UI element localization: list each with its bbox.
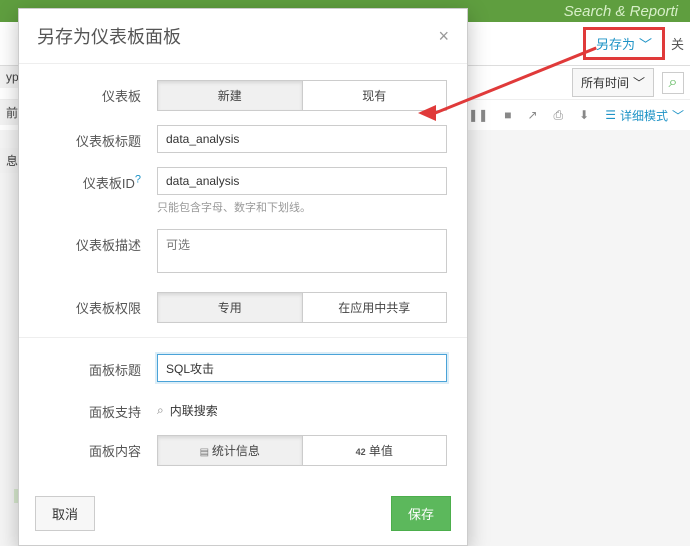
dashboard-title-input[interactable] bbox=[157, 125, 447, 153]
dashboard-desc-textarea[interactable] bbox=[157, 229, 447, 273]
label-dash-perm: 仪表板权限 bbox=[39, 292, 157, 317]
share-icon[interactable]: ↗ bbox=[527, 108, 537, 122]
single-value-badge: 42 bbox=[356, 447, 366, 457]
label-panel-support: 面板支持 bbox=[39, 396, 157, 421]
label-dash-desc: 仪表板描述 bbox=[39, 229, 157, 254]
pause-icon[interactable]: ❚❚ bbox=[468, 108, 488, 122]
close-label: 关 bbox=[671, 34, 684, 53]
stop-icon[interactable]: ■ bbox=[504, 108, 511, 122]
label-dash-id: 仪表板ID? bbox=[39, 167, 157, 192]
detail-mode-label: 详细模式 bbox=[620, 107, 668, 124]
close-icon: × bbox=[438, 26, 449, 46]
table-icon: ▤ bbox=[200, 447, 212, 458]
help-icon[interactable]: ? bbox=[135, 174, 141, 186]
panel-support-value: ⌕ 内联搜索 bbox=[157, 396, 447, 419]
save-button[interactable]: 保存 bbox=[391, 496, 451, 531]
search-icon: ⌕ bbox=[157, 403, 164, 418]
time-range-label: 所有时间 bbox=[581, 74, 629, 91]
panel-support-text: 内联搜索 bbox=[170, 402, 218, 419]
segment-permission: 专用 在应用中共享 bbox=[157, 292, 447, 323]
cancel-button[interactable]: 取消 bbox=[35, 496, 95, 531]
list-icon: ☰ bbox=[605, 108, 616, 122]
search-icon: ⌕ bbox=[669, 74, 678, 92]
detail-mode-link[interactable]: ☰ 详细模式 ﹀ bbox=[605, 107, 684, 124]
modal-close-button[interactable]: × bbox=[438, 26, 449, 47]
time-range-button[interactable]: 所有时间 ﹀ bbox=[572, 68, 654, 97]
modal-body: 仪表板 新建 现有 仪表板标题 仪表板ID? 只能包含字母、数字和下划线。 仪表… bbox=[19, 64, 467, 486]
divider bbox=[19, 337, 467, 338]
label-dashboard: 仪表板 bbox=[39, 80, 157, 105]
seg-dashboard-existing[interactable]: 现有 bbox=[303, 80, 448, 111]
seg-content-single[interactable]: 42 单值 bbox=[303, 435, 448, 466]
segment-panel-content: ▤ 统计信息 42 单值 bbox=[157, 435, 447, 466]
chevron-down-icon: ﹀ bbox=[639, 34, 652, 53]
chevron-down-icon: ﹀ bbox=[672, 107, 684, 124]
seg-perm-private[interactable]: 专用 bbox=[157, 292, 303, 323]
dashboard-id-hint: 只能包含字母、数字和下划线。 bbox=[157, 199, 447, 215]
print-icon[interactable]: ⎙ bbox=[554, 108, 564, 123]
search-button[interactable]: ⌕ bbox=[662, 72, 684, 94]
panel-title-input[interactable] bbox=[157, 354, 447, 382]
modal-header: 另存为仪表板面板 × bbox=[19, 9, 467, 64]
segment-dashboard: 新建 现有 bbox=[157, 80, 447, 111]
modal-title: 另存为仪表板面板 bbox=[37, 23, 181, 49]
save-as-button[interactable]: 另存为 ﹀ bbox=[583, 27, 665, 60]
dashboard-id-input[interactable] bbox=[157, 167, 447, 195]
save-as-label: 另存为 bbox=[596, 34, 635, 53]
save-as-dashboard-panel-modal: 另存为仪表板面板 × 仪表板 新建 现有 仪表板标题 仪表板ID? 只能包含字母… bbox=[18, 8, 468, 546]
label-panel-title: 面板标题 bbox=[39, 354, 157, 379]
label-panel-content: 面板内容 bbox=[39, 435, 157, 460]
chevron-down-icon: ﹀ bbox=[633, 74, 645, 91]
seg-content-stats[interactable]: ▤ 统计信息 bbox=[157, 435, 303, 466]
seg-perm-shared[interactable]: 在应用中共享 bbox=[303, 292, 448, 323]
seg-dashboard-new[interactable]: 新建 bbox=[157, 80, 303, 111]
modal-footer: 取消 保存 bbox=[19, 486, 467, 545]
brand-text: Search & Reporti bbox=[564, 3, 678, 20]
label-dash-title: 仪表板标题 bbox=[39, 125, 157, 150]
download-icon[interactable]: ⬇ bbox=[579, 108, 589, 122]
